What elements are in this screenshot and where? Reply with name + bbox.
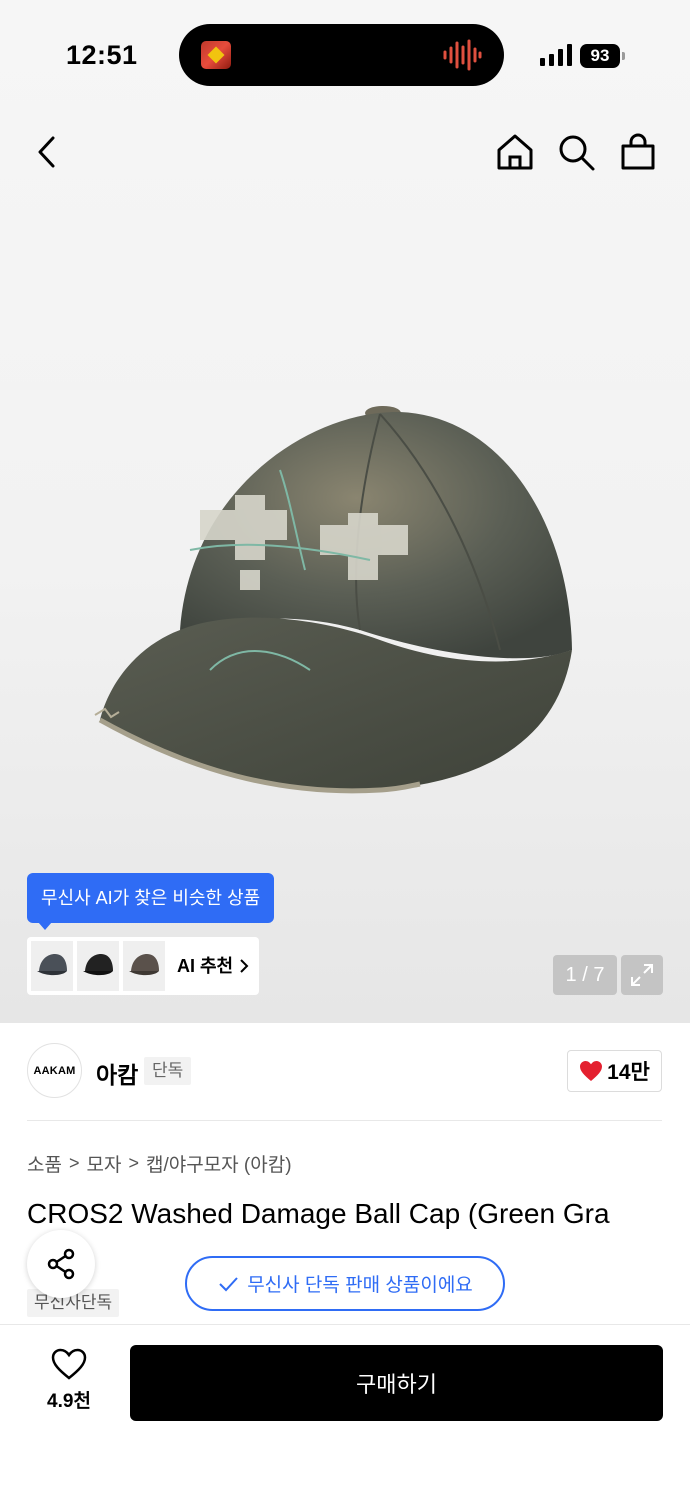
ai-tooltip-arrow bbox=[38, 922, 52, 930]
exclusive-notice-pill[interactable]: 무신사 단독 판매 상품이에요 bbox=[185, 1256, 505, 1311]
gallery-page-indicator: 1 / 7 bbox=[553, 955, 617, 995]
search-button[interactable] bbox=[554, 130, 598, 174]
ai-recommend-strip[interactable]: AI 추천 bbox=[27, 937, 259, 995]
breadcrumb-item[interactable]: 모자 bbox=[86, 1150, 121, 1177]
ai-recommend-thumbnail[interactable] bbox=[31, 941, 73, 991]
cap-thumbnail-icon bbox=[83, 954, 113, 976]
battery-indicator: 93 bbox=[580, 44, 620, 68]
breadcrumb-chevron-icon: > bbox=[68, 1153, 80, 1173]
gallery-expand-button[interactable] bbox=[621, 955, 663, 995]
battery-tip bbox=[622, 52, 625, 60]
brand-exclusive-badge: 단독 bbox=[144, 1057, 192, 1085]
wishlist-count: 4.9천 bbox=[47, 1391, 91, 1412]
audio-waveform-icon bbox=[443, 39, 482, 71]
section-divider bbox=[27, 1120, 662, 1121]
product-title: CROS2 Washed Damage Ball Cap (Green Gra bbox=[27, 1198, 610, 1229]
ai-recommend-thumbnail[interactable] bbox=[123, 941, 165, 991]
bottom-bar-divider bbox=[0, 1324, 690, 1325]
share-icon bbox=[47, 1248, 75, 1280]
brand-logo[interactable]: AAKAM bbox=[27, 1043, 82, 1098]
breadcrumb-chevron-icon: > bbox=[128, 1153, 139, 1173]
back-icon bbox=[38, 136, 55, 168]
breadcrumb-item[interactable]: 캡/야구모자 (아캄) bbox=[146, 1150, 292, 1177]
brand-like-count: 14만 bbox=[607, 1061, 650, 1084]
heart-filled-icon bbox=[580, 1061, 603, 1081]
brand-like-button[interactable]: 14만 bbox=[567, 1050, 662, 1092]
wishlist-button[interactable]: 4.9천 bbox=[27, 1348, 111, 1418]
back-button[interactable] bbox=[26, 130, 70, 174]
ai-recommend-thumbnail[interactable] bbox=[77, 941, 119, 991]
cart-button[interactable] bbox=[616, 130, 660, 174]
breadcrumb: 소품 > 모자 > 캡/야구모자 (아캄) bbox=[27, 1150, 292, 1177]
buy-button[interactable]: 구매하기 bbox=[130, 1345, 663, 1421]
ai-similar-tooltip[interactable]: 무신사 AI가 찾은 비슷한 상품 bbox=[27, 873, 275, 923]
heart-outline-icon bbox=[51, 1348, 87, 1380]
breadcrumb-item[interactable]: 소품 bbox=[27, 1150, 62, 1177]
status-time: 12:51 bbox=[66, 40, 138, 70]
ai-recommend-label[interactable]: AI 추천 bbox=[177, 937, 233, 995]
now-playing-artwork bbox=[201, 41, 231, 69]
check-icon bbox=[219, 1276, 238, 1291]
chevron-right-icon bbox=[240, 959, 249, 973]
home-icon bbox=[497, 134, 533, 170]
dynamic-island bbox=[179, 24, 504, 86]
product-image-cap[interactable] bbox=[80, 400, 590, 800]
expand-icon bbox=[631, 964, 653, 986]
shopping-bag-icon bbox=[621, 133, 655, 170]
cap-thumbnail-icon bbox=[129, 954, 159, 976]
cap-thumbnail-icon bbox=[37, 954, 67, 976]
home-button[interactable] bbox=[493, 130, 537, 174]
share-button[interactable] bbox=[27, 1230, 95, 1298]
exclusive-notice-text: 무신사 단독 판매 상품이에요 bbox=[247, 1275, 473, 1296]
search-icon bbox=[559, 135, 595, 171]
brand-name[interactable]: 아캄 bbox=[96, 1056, 138, 1090]
cellular-signal-icon bbox=[540, 44, 572, 66]
